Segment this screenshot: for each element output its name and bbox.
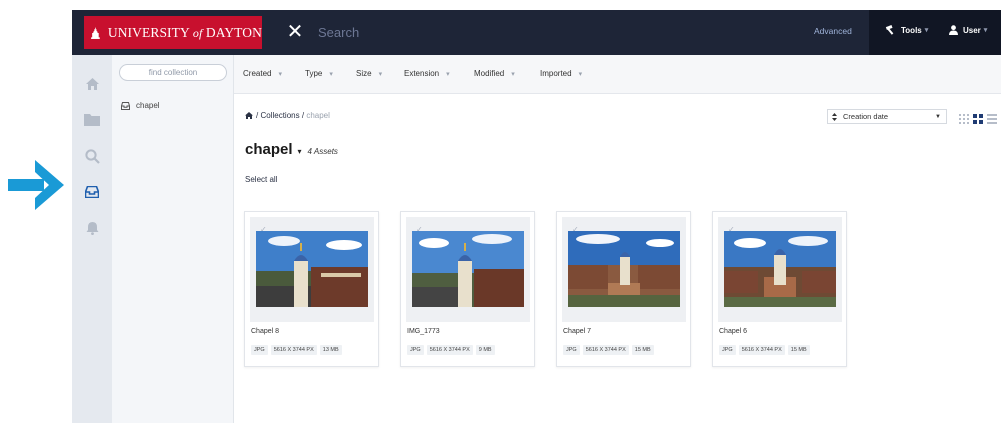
asset-meta: JPG 5616 X 3744 PX 13 MB bbox=[251, 345, 342, 355]
breadcrumb: / Collections / chapel bbox=[245, 111, 330, 120]
asset-card[interactable]: ✓ IMG_1773 JPG 5616 X 3744 PX 9 MB bbox=[400, 211, 535, 367]
asset-meta: JPG 5616 X 3744 PX 9 MB bbox=[407, 345, 495, 355]
asset-type-badge: JPG bbox=[251, 345, 268, 355]
breadcrumb-collections-link[interactable]: Collections bbox=[260, 111, 299, 120]
dam-app-window: UNIVERSITY of DAYTON ✕ Advanced Tools ▾ bbox=[72, 10, 1001, 423]
asset-thumbnail bbox=[724, 231, 836, 307]
page: UNIVERSITY of DAYTON ✕ Advanced Tools ▾ bbox=[0, 0, 1001, 423]
asset-dimensions-badge: 5616 X 3744 PX bbox=[738, 345, 785, 355]
sort-selected-value: Creation date bbox=[843, 112, 889, 121]
brand-name: UNIVERSITY of DAYTON bbox=[107, 24, 262, 40]
filter-modified[interactable]: Modified ▾ bbox=[474, 69, 515, 78]
home-icon[interactable] bbox=[245, 112, 253, 119]
chevron-down-icon: ▾ bbox=[446, 71, 450, 78]
chapel-logo-icon bbox=[91, 26, 100, 39]
icon-rail bbox=[72, 55, 112, 423]
sort-select[interactable]: Creation date ▼ bbox=[827, 109, 947, 124]
asset-dimensions-badge: 5616 X 3744 PX bbox=[582, 345, 629, 355]
chevron-down-icon: ▾ bbox=[924, 27, 929, 34]
folder-icon bbox=[84, 113, 100, 126]
collections-panel: chapel bbox=[112, 55, 234, 423]
asset-size-badge: 15 MB bbox=[787, 345, 810, 355]
chevron-down-icon: ▾ bbox=[983, 27, 988, 34]
collection-item-chapel[interactable]: chapel bbox=[121, 101, 160, 110]
collection-item-label: chapel bbox=[136, 101, 160, 110]
asset-title: Chapel 8 bbox=[251, 328, 280, 335]
search-icon bbox=[84, 148, 100, 164]
tools-label: Tools bbox=[901, 25, 922, 35]
chevron-down-icon: ▾ bbox=[578, 71, 583, 78]
collection-header: chapel ▾ 4 Assets bbox=[245, 141, 338, 158]
filter-bar: Created ▾ Type ▾ Size ▾ Extension ▾ Modified… bbox=[234, 55, 1001, 94]
select-all-link[interactable]: Select all bbox=[245, 175, 277, 184]
user-menu[interactable]: User ▾ bbox=[949, 25, 987, 35]
chevron-down-icon[interactable]: ▾ bbox=[298, 147, 302, 156]
thumbnail-frame: ✓ bbox=[562, 217, 686, 322]
user-icon bbox=[949, 25, 958, 35]
chevron-down-icon: ▾ bbox=[378, 71, 383, 78]
inbox-icon bbox=[85, 186, 99, 198]
advanced-search-link[interactable]: Advanced bbox=[814, 26, 852, 36]
asset-card[interactable]: ✓ Chapel 8 JPG 5616 X 3744 PX 13 MB bbox=[244, 211, 379, 367]
asset-card[interactable]: ✓ Chapel 6 JPG 5616 X 3744 PX 15 MB bbox=[712, 211, 847, 367]
asset-type-badge: JPG bbox=[563, 345, 580, 355]
close-icon[interactable]: ✕ bbox=[286, 21, 304, 43]
chevron-down-icon: ▾ bbox=[511, 71, 515, 78]
asset-type-badge: JPG bbox=[719, 345, 736, 355]
asset-thumbnail bbox=[256, 231, 368, 307]
rail-home-button[interactable] bbox=[80, 73, 104, 95]
asset-size-badge: 13 MB bbox=[319, 345, 342, 355]
asset-dimensions-badge: 5616 X 3744 PX bbox=[426, 345, 473, 355]
hammer-icon bbox=[885, 25, 894, 35]
top-bar: UNIVERSITY of DAYTON ✕ Advanced Tools ▾ bbox=[72, 10, 1001, 55]
asset-card[interactable]: ✓ Chapel 7 JPG 5616 X 3744 PX 15 MB bbox=[556, 211, 691, 367]
filter-imported[interactable]: Imported ▾ bbox=[540, 69, 582, 78]
asset-title: Chapel 7 bbox=[563, 328, 592, 335]
rail-search-button[interactable] bbox=[80, 145, 104, 167]
inbox-icon bbox=[121, 101, 130, 110]
university-logo[interactable]: UNIVERSITY of DAYTON bbox=[84, 16, 262, 49]
chevron-down-icon: ▾ bbox=[329, 71, 333, 78]
rail-notifications-button[interactable] bbox=[80, 217, 104, 239]
find-collection-input[interactable] bbox=[119, 64, 227, 81]
filter-size[interactable]: Size ▾ bbox=[356, 69, 382, 78]
asset-size-badge: 9 MB bbox=[475, 345, 495, 355]
asset-dimensions-badge: 5616 X 3744 PX bbox=[270, 345, 317, 355]
chevron-down-icon: ▼ bbox=[935, 113, 941, 120]
home-icon bbox=[85, 78, 99, 90]
asset-thumbnail bbox=[412, 231, 524, 307]
sort-icon bbox=[832, 112, 837, 121]
page-title: chapel bbox=[245, 141, 293, 158]
rail-collections-button[interactable] bbox=[80, 181, 104, 203]
rail-folders-button[interactable] bbox=[80, 108, 104, 130]
top-right-menu: Tools ▾ User ▾ bbox=[869, 10, 1001, 55]
tools-menu[interactable]: Tools ▾ bbox=[885, 25, 928, 35]
asset-meta: JPG 5616 X 3744 PX 15 MB bbox=[719, 345, 810, 355]
filter-type[interactable]: Type ▾ bbox=[305, 69, 333, 78]
thumbnail-frame: ✓ bbox=[250, 217, 374, 322]
grid-small-view-icon[interactable] bbox=[959, 111, 969, 129]
arrow-right-icon bbox=[8, 160, 64, 210]
asset-size-badge: 15 MB bbox=[631, 345, 654, 355]
asset-thumbnail bbox=[568, 231, 680, 307]
filter-extension[interactable]: Extension ▾ bbox=[404, 69, 450, 78]
asset-type-badge: JPG bbox=[407, 345, 424, 355]
user-label: User bbox=[963, 25, 981, 35]
breadcrumb-current: chapel bbox=[306, 111, 330, 120]
list-view-icon[interactable] bbox=[987, 111, 997, 129]
asset-count: 4 Assets bbox=[307, 147, 338, 156]
grid-large-view-icon[interactable] bbox=[973, 111, 983, 129]
thumbnail-frame: ✓ bbox=[718, 217, 842, 322]
asset-meta: JPG 5616 X 3744 PX 15 MB bbox=[563, 345, 654, 355]
filter-created[interactable]: Created ▾ bbox=[243, 69, 282, 78]
chevron-down-icon: ▾ bbox=[278, 71, 282, 78]
asset-title: IMG_1773 bbox=[407, 328, 440, 335]
view-toggles bbox=[959, 111, 997, 129]
bell-icon bbox=[86, 222, 98, 235]
search-input[interactable] bbox=[318, 21, 618, 43]
asset-title: Chapel 6 bbox=[719, 328, 748, 335]
thumbnail-frame: ✓ bbox=[406, 217, 530, 322]
